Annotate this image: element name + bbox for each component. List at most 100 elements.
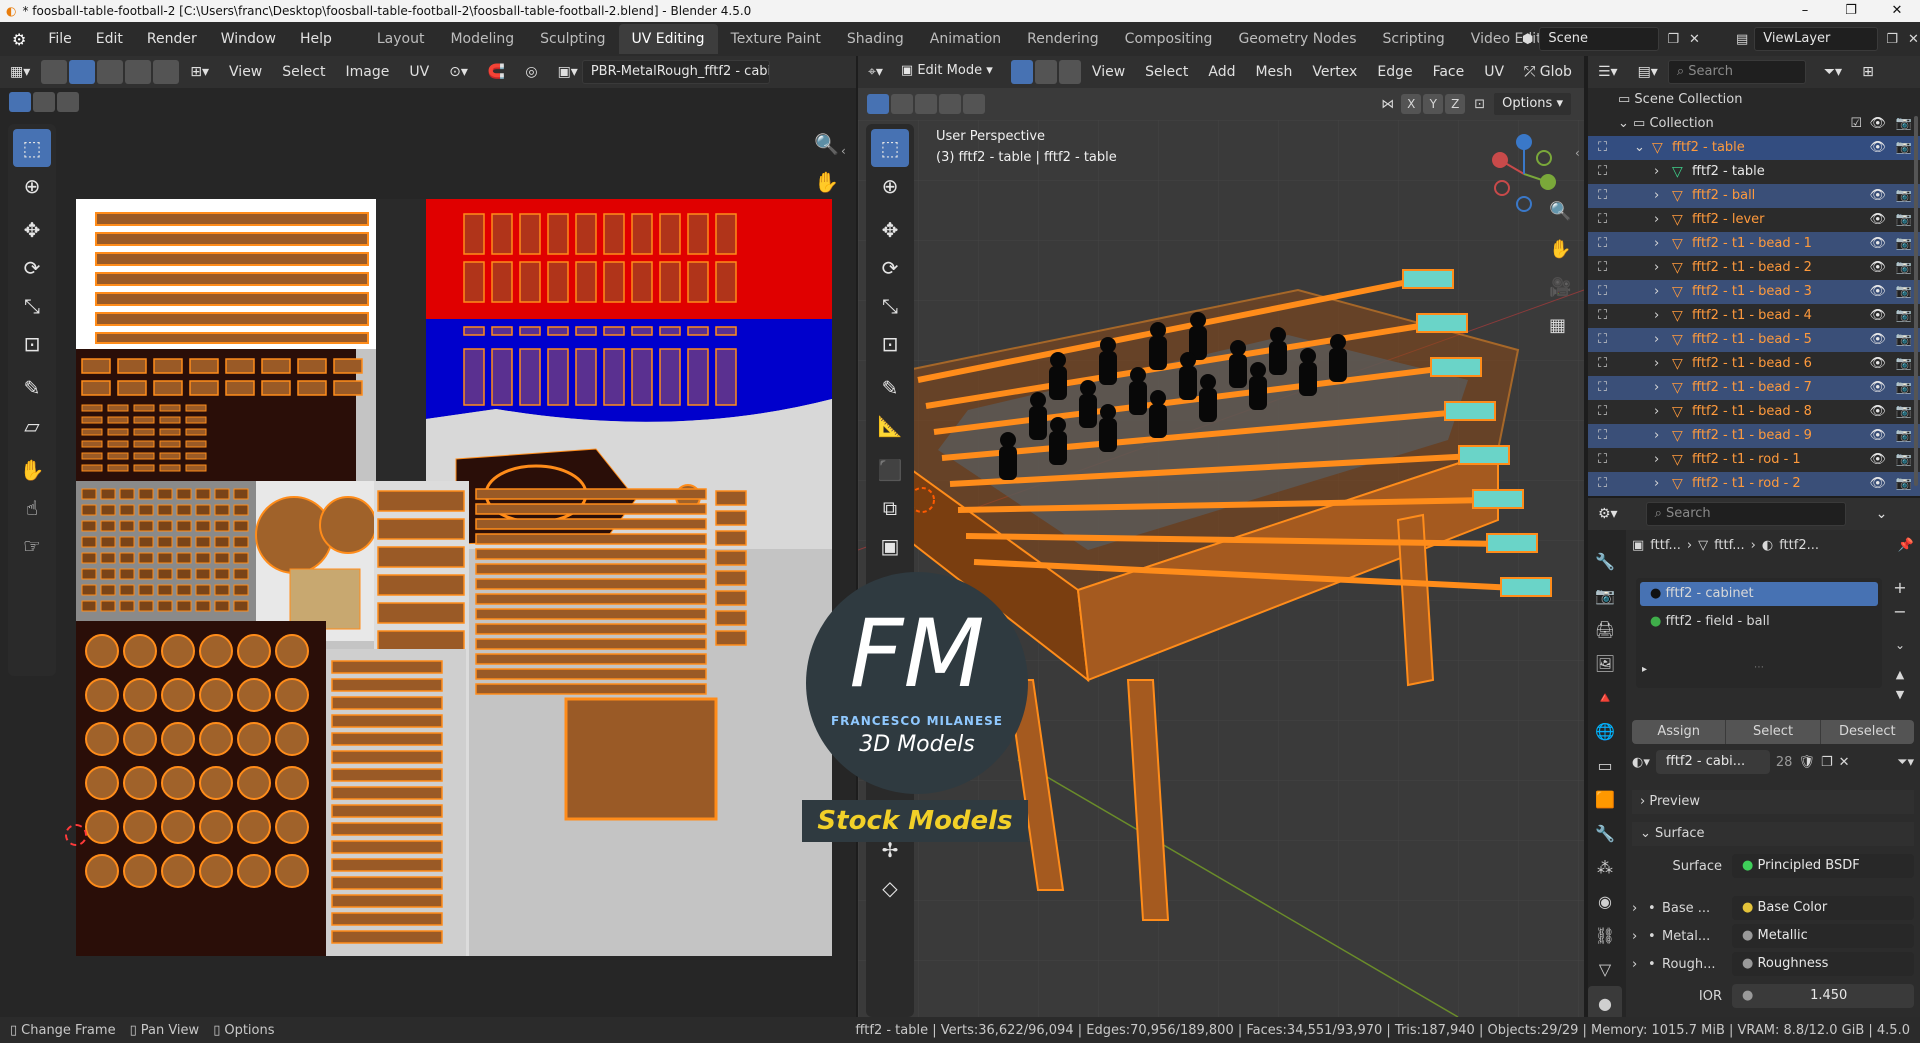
outliner-item[interactable]: ⛶ › ▽ fftf2 - t1 - bead - 1 👁 📷: [1588, 232, 1920, 256]
new-view-layer-icon[interactable]: ❐: [1886, 32, 1898, 47]
transform-tool[interactable]: ⊡: [13, 325, 51, 363]
relax-tool[interactable]: ☝: [13, 489, 51, 527]
menu-edit[interactable]: Edit: [84, 22, 135, 56]
render-camera-icon[interactable]: 📷: [1896, 472, 1912, 496]
render-camera-icon[interactable]: 📷: [1896, 184, 1912, 208]
input-value-field[interactable]: ● Roughness: [1732, 952, 1914, 976]
pin-icon[interactable]: 📌: [1898, 538, 1914, 553]
rip-tool[interactable]: ▱: [13, 407, 51, 445]
uv-texture-canvas[interactable]: [76, 199, 832, 956]
restrict-select-icon[interactable]: ⛶: [1598, 448, 1607, 472]
visibility-eye-icon[interactable]: 👁: [1869, 232, 1886, 256]
visibility-eye-icon[interactable]: 👁: [1869, 136, 1886, 160]
outliner-item[interactable]: ⛶ › ▽ fftf2 - t1 - bead - 2 👁 📷: [1588, 256, 1920, 280]
vp-select-extend-icon[interactable]: [891, 94, 913, 114]
expand-arrow-icon[interactable]: ›: [1654, 184, 1659, 208]
outliner-item[interactable]: ⛶ ⌄ ▽ fftf2 - table 👁 📷: [1588, 136, 1920, 160]
minimize-button[interactable]: –: [1782, 0, 1828, 22]
vp-menu-view[interactable]: View: [1082, 64, 1135, 80]
output-tab-icon[interactable]: 🖨: [1588, 612, 1622, 646]
scene-selector[interactable]: Scene: [1539, 27, 1660, 51]
uv-menu-view[interactable]: View: [219, 64, 272, 80]
menu-render[interactable]: Render: [135, 22, 209, 56]
expand-arrow-icon[interactable]: ›: [1654, 280, 1659, 304]
viewport-scene[interactable]: [858, 120, 1584, 1017]
expand-arrow-icon[interactable]: ›: [1654, 208, 1659, 232]
remove-scene-icon[interactable]: ✕: [1689, 32, 1700, 47]
vp-extrude-tool[interactable]: ⧉: [871, 489, 909, 527]
restrict-select-icon[interactable]: ⛶: [1598, 160, 1607, 184]
collection-expand-icon[interactable]: ⌄: [1618, 116, 1633, 131]
face-mode-icon[interactable]: [1058, 60, 1081, 84]
scene-icon[interactable]: ⬢: [1522, 32, 1533, 47]
uv-zoom-icon[interactable]: 🔍: [814, 132, 839, 156]
material-browse-icon[interactable]: ◐▾: [1632, 755, 1650, 770]
vp-select-intersect-icon[interactable]: [963, 94, 985, 114]
visibility-eye-icon[interactable]: 👁: [1869, 184, 1886, 208]
particles-tab-icon[interactable]: ⁂: [1588, 850, 1622, 884]
expand-arrow-icon[interactable]: ›: [1654, 256, 1659, 280]
input-value-field[interactable]: ● Base Color: [1732, 896, 1914, 920]
render-camera-icon[interactable]: 📷: [1896, 304, 1912, 328]
tool-tab-icon[interactable]: 🔧: [1588, 544, 1622, 578]
move-tool[interactable]: ✥: [13, 211, 51, 249]
maximize-button[interactable]: ❐: [1828, 0, 1874, 22]
edge-select-icon[interactable]: [97, 60, 124, 84]
preview-panel-header[interactable]: › Preview: [1632, 790, 1914, 814]
vp-ortho-icon[interactable]: ▦: [1549, 315, 1566, 336]
assign-button[interactable]: Assign: [1632, 720, 1727, 744]
properties-options-icon[interactable]: ⌄: [1866, 506, 1898, 522]
vp-cursor-tool[interactable]: ⊕: [871, 167, 909, 205]
vp-pan-icon[interactable]: ✋: [1549, 239, 1571, 260]
restrict-select-icon[interactable]: ⛶: [1598, 400, 1607, 424]
tab-sculpting[interactable]: Sculpting: [527, 24, 618, 54]
vp-select-box-tool[interactable]: ⬚: [871, 129, 909, 167]
render-camera-icon[interactable]: 📷: [1896, 400, 1912, 424]
expand-arrow-icon[interactable]: ›: [1654, 304, 1659, 328]
scene-collection-row[interactable]: ▭ Scene Collection: [1588, 88, 1920, 112]
visibility-eye-icon[interactable]: 👁: [1869, 256, 1886, 280]
expand-arrow-icon[interactable]: ›: [1654, 352, 1659, 376]
face-select-icon[interactable]: [125, 60, 152, 84]
collection-camera-icon[interactable]: 📷: [1896, 112, 1912, 136]
options-dropdown[interactable]: Options ▾: [1493, 92, 1572, 116]
restrict-select-icon[interactable]: ⛶: [1598, 256, 1607, 280]
select-button[interactable]: Select: [1726, 720, 1821, 744]
visibility-eye-icon[interactable]: 👁: [1869, 448, 1886, 472]
vp-annotate-tool[interactable]: ✎: [871, 369, 909, 407]
outliner-item[interactable]: ⛶ › ▽ fftf2 - t1 - bead - 4 👁 📷: [1588, 304, 1920, 328]
visibility-eye-icon[interactable]: 👁: [1869, 424, 1886, 448]
annotate-tool[interactable]: ✎: [13, 369, 51, 407]
auto-merge-icon[interactable]: ⊡: [1474, 97, 1485, 112]
render-camera-icon[interactable]: 📷: [1896, 376, 1912, 400]
expand-arrow-icon[interactable]: ›: [1654, 328, 1659, 352]
outliner-search[interactable]: ⌕ Search: [1667, 60, 1806, 84]
vp-sidebar-toggle-icon[interactable]: ‹: [1575, 146, 1580, 160]
physics-tab-icon[interactable]: ◉: [1588, 884, 1622, 918]
tab-layout[interactable]: Layout: [364, 24, 438, 54]
select-subtract-icon[interactable]: [57, 92, 79, 112]
vp-menu-face[interactable]: Face: [1423, 64, 1475, 80]
viewport-editor-type-icon[interactable]: ⌖▾: [858, 64, 893, 80]
input-expand-icon[interactable]: ›: [1632, 957, 1648, 972]
vp-shear-tool[interactable]: ◇: [871, 869, 909, 907]
restrict-select-icon[interactable]: ⛶: [1598, 328, 1607, 352]
uv-menu-uv[interactable]: UV: [399, 64, 439, 80]
outliner-item[interactable]: ⛶ › ▽ fftf2 - table: [1588, 160, 1920, 184]
outliner-item[interactable]: ⛶ › ▽ fftf2 - t1 - bead - 8 👁 📷: [1588, 400, 1920, 424]
collection-checkbox-icon[interactable]: ☑: [1850, 112, 1862, 136]
pinch-tool[interactable]: ☞: [13, 527, 51, 565]
restrict-select-icon[interactable]: ⛶: [1598, 424, 1607, 448]
material-slot-field-ball[interactable]: ● fftf2 - field - ball: [1636, 610, 1882, 634]
surface-panel-header[interactable]: ⌄ Surface: [1632, 822, 1914, 846]
slot-resize-handle[interactable]: ⋯: [1754, 662, 1764, 673]
island-select-icon[interactable]: [153, 60, 180, 84]
display-mode-icon[interactable]: ▤▾: [1628, 64, 1668, 80]
render-camera-icon[interactable]: 📷: [1896, 280, 1912, 304]
vp-zoom-icon[interactable]: 🔍: [1549, 201, 1571, 222]
vp-measure-tool[interactable]: 📐: [871, 407, 909, 445]
visibility-eye-icon[interactable]: 👁: [1869, 352, 1886, 376]
render-camera-icon[interactable]: 📷: [1896, 208, 1912, 232]
tab-scripting[interactable]: Scripting: [1370, 24, 1458, 54]
restrict-select-icon[interactable]: ⛶: [1598, 280, 1607, 304]
